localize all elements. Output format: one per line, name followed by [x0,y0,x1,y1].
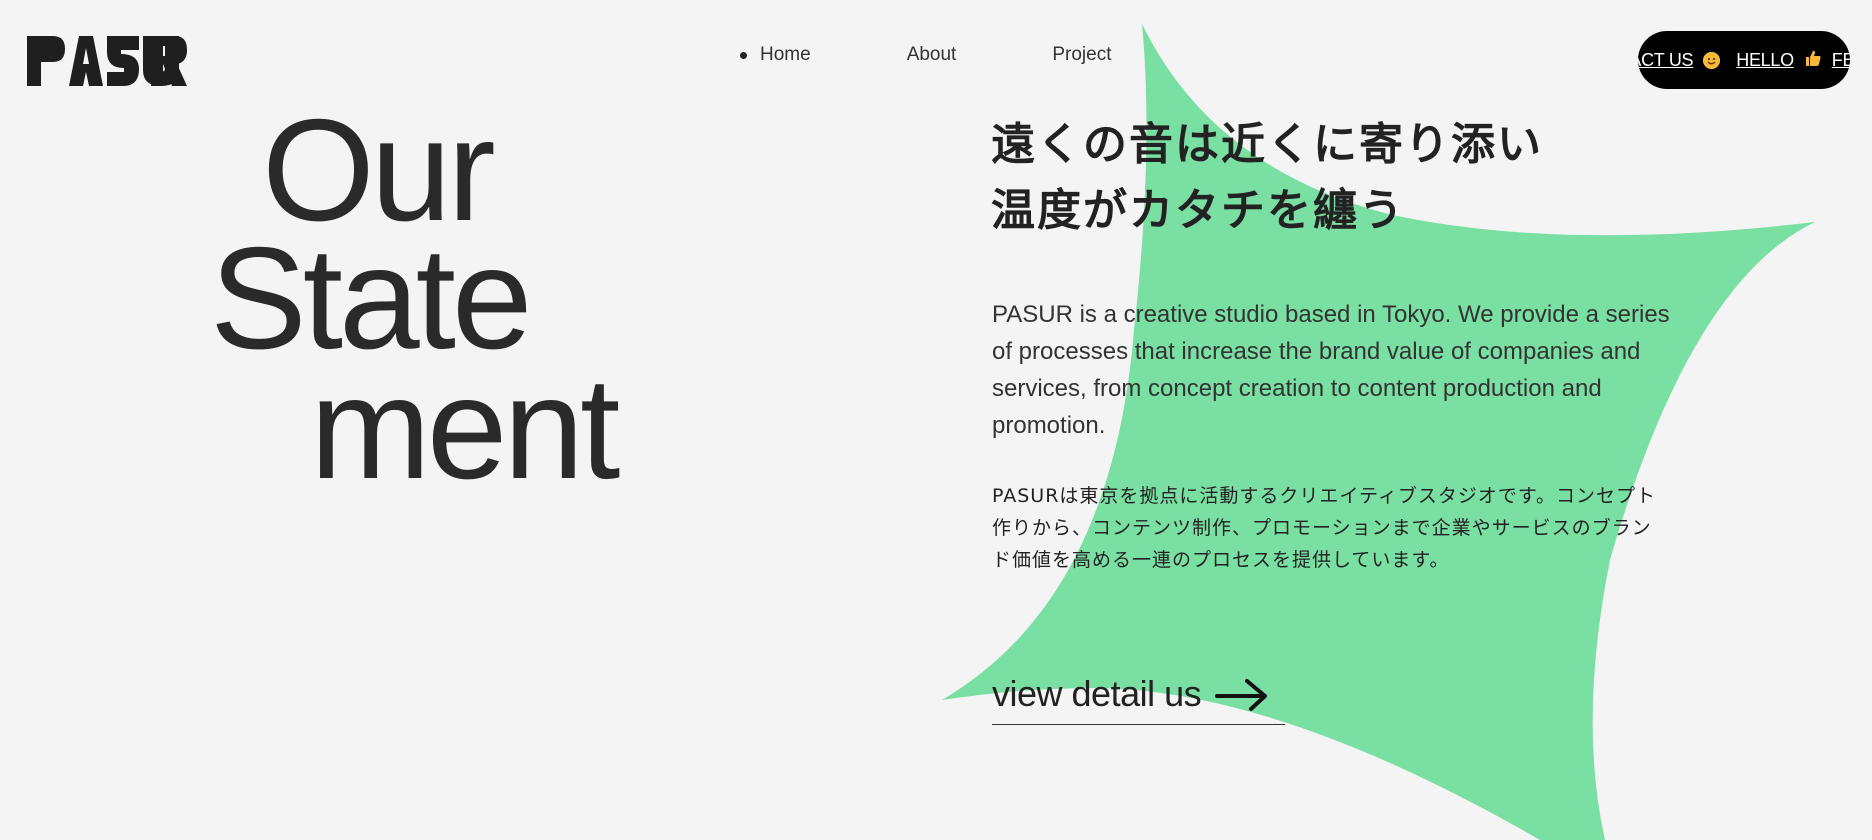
smile-emoji-icon [1703,51,1721,69]
arrow-right-icon [1215,679,1268,711]
nav-active-dot-icon [740,51,747,59]
view-detail-link[interactable]: view detail us [992,664,1285,725]
pasur-logo-mark [27,36,187,86]
hero-title-line-3: ment [310,347,620,509]
statement-jp-title-line-2: 温度がカタチを纏う [991,185,1405,236]
thumbs-up-icon [1804,49,1822,72]
contact-ticker-button[interactable]: TACT US HELLO FEE [1638,31,1850,89]
ticker-text-contact: TACT US [1638,49,1694,70]
nav-item-project[interactable]: Project [1052,44,1111,66]
statement-jp-title: 遠くの音は近くに寄り添い 温度がカタチを纏う [991,112,1543,244]
nav-item-project-label: Project [1052,44,1112,65]
nav-item-home-label: Home [760,44,811,65]
nav-item-about[interactable]: About [907,44,957,66]
main-nav: Home About Project [740,44,1111,66]
nav-item-home[interactable]: Home [740,44,811,66]
ticker-text-hello: HELLO [1736,49,1794,70]
nav-item-about-label: About [906,44,957,65]
ticker-track: TACT US HELLO FEE [1638,49,1850,72]
statement-english-description: PASUR is a creative studio based in Toky… [992,301,1670,439]
statement-jp-title-line-1: 遠くの音は近くに寄り添い [991,119,1543,170]
pasur-logo[interactable] [27,36,187,91]
ticker-text-feedback: FEE [1831,49,1850,70]
view-detail-label: view detail us [992,673,1202,714]
statement-japanese-description: PASURは東京を拠点に活動するクリエイティブスタジオです。コンセプト作りから、… [992,485,1656,571]
